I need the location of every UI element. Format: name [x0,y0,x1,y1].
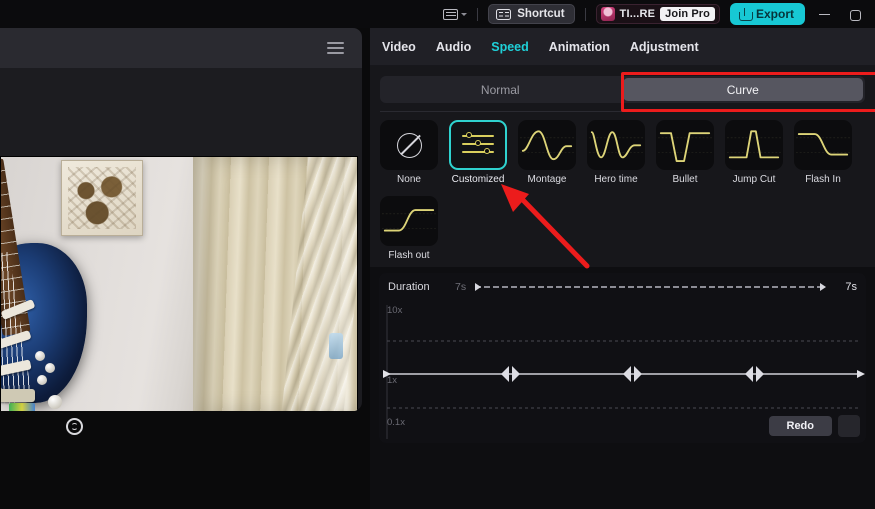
keyboard-shortcut-icon [496,8,512,20]
speed-mode-switch: Normal Curve [380,76,865,103]
axis-label-mid: 1x [387,375,398,386]
preset-none[interactable]: None [380,120,438,185]
export-button[interactable]: Export [729,3,805,25]
speed-curve-graph[interactable]: 10x 1x 0.1x Redo [379,301,866,443]
preset-hero-time[interactable]: Hero time [587,120,645,185]
more-button[interactable] [838,415,860,437]
preset-hero-time-thumb[interactable] [587,120,645,170]
preset-bullet-label: Bullet [672,174,698,185]
preset-montage-thumb[interactable] [518,120,576,170]
export-label: Export [755,7,794,21]
axis-label-top: 10x [387,305,403,316]
duration-slider-track [475,286,826,288]
export-icon [738,7,753,21]
keyboard-icon[interactable] [443,8,468,20]
preview-guitar-knob [35,351,45,361]
tab-video[interactable]: Video [382,40,416,54]
preset-bullet-thumb[interactable] [656,120,714,170]
video-preview[interactable] [0,156,358,411]
app-window: Shortcut TI...RE Join Pro Export Video A… [0,0,875,509]
preset-customized-label: Customized [451,174,505,185]
hamburger-menu-icon[interactable] [327,42,344,54]
preset-flash-in-label: Flash In [805,174,841,185]
preset-none-label: None [397,174,421,185]
curve-bullet-icon [658,132,712,163]
minimize-icon[interactable] [815,6,835,22]
duration-min-value: 7s [455,281,467,293]
tab-speed[interactable]: Speed [491,40,529,54]
tab-adjustment[interactable]: Adjustment [630,40,699,54]
preview-stage [0,68,362,411]
preview-guitar-knob [45,363,55,373]
preset-hero-time-label: Hero time [594,174,638,185]
window-titlebar: Shortcut TI...RE Join Pro Export [370,0,875,28]
speed-mode-section: Normal Curve [370,66,875,112]
mode-curve-button[interactable]: Curve [622,78,863,101]
no-speed-curve-icon [396,132,422,158]
preset-bullet[interactable]: Bullet [656,120,714,185]
restore-icon[interactable] [845,6,865,22]
curve-flash-out-icon [382,209,436,232]
curve-preset-list: None Customized Montage Hero time Bullet… [370,112,875,267]
preset-none-thumb[interactable] [380,120,438,170]
preset-flash-in-thumb[interactable] [794,120,852,170]
axis-label-bottom: 0.1x [387,417,405,428]
duration-max-value: 7s [845,281,857,293]
preset-jump-cut-thumb[interactable] [725,120,783,170]
curve-hero-time-icon [589,131,643,159]
account-name: TI...RE [619,8,656,20]
preset-flash-out[interactable]: Flash out [380,196,438,261]
preview-bottle [329,333,343,359]
account-button[interactable]: TI...RE Join Pro [595,4,720,24]
preview-panel [0,0,370,509]
preset-jump-cut[interactable]: Jump Cut [725,120,783,185]
preset-jump-cut-label: Jump Cut [732,174,776,185]
properties-panel: Shortcut TI...RE Join Pro Export Video A… [370,0,875,509]
properties-tabs: Video Audio Speed Animation Adjustment [370,28,875,66]
preset-customized-thumb[interactable] [449,120,507,170]
join-pro-badge[interactable]: Join Pro [660,7,715,21]
left-titlebar-spacer [0,0,370,28]
duration-slider[interactable] [475,282,826,292]
preset-customized[interactable]: Customized [449,120,507,185]
curve-editor-card: Duration 7s 7s 10x 1x 0.1x Redo [379,273,866,443]
curve-montage-icon [520,130,574,161]
shortcut-button[interactable]: Shortcut [488,4,575,24]
preview-header [0,28,362,68]
preset-montage[interactable]: Montage [518,120,576,185]
preview-guitar-bridge [1,389,35,402]
avatar [600,7,615,21]
duration-label: Duration [388,281,430,293]
preset-montage-label: Montage [527,174,567,185]
editor-actions: Redo [768,415,860,437]
redo-button[interactable]: Redo [768,416,832,436]
titlebar-divider [477,7,479,21]
preview-guitar-knob [48,395,62,409]
duration-handle-left[interactable] [475,283,482,291]
preview-curtain-highlight [314,157,351,411]
chevron-down-icon[interactable] [461,12,468,16]
titlebar-divider [584,7,586,21]
preview-curtain [193,157,357,411]
preset-flash-in[interactable]: Flash In [794,120,852,185]
preview-controls [0,411,362,459]
preview-guitar-knob [37,375,47,385]
tab-animation[interactable]: Animation [549,40,610,54]
reset-view-icon[interactable] [66,418,83,435]
preview-wall-art [61,160,143,236]
preset-flash-out-label: Flash out [388,250,430,261]
duration-row: Duration 7s 7s [379,273,866,301]
sliders-icon [462,132,494,158]
preset-flash-out-thumb[interactable] [380,196,438,246]
shortcut-label: Shortcut [517,8,565,20]
curve-flash-in-icon [796,133,850,156]
duration-handle-right[interactable] [820,283,826,291]
mode-normal-button[interactable]: Normal [380,76,621,103]
tab-audio[interactable]: Audio [436,40,471,54]
curve-jump-cut-icon [727,130,781,159]
preview-guitar-sticker [9,403,35,411]
